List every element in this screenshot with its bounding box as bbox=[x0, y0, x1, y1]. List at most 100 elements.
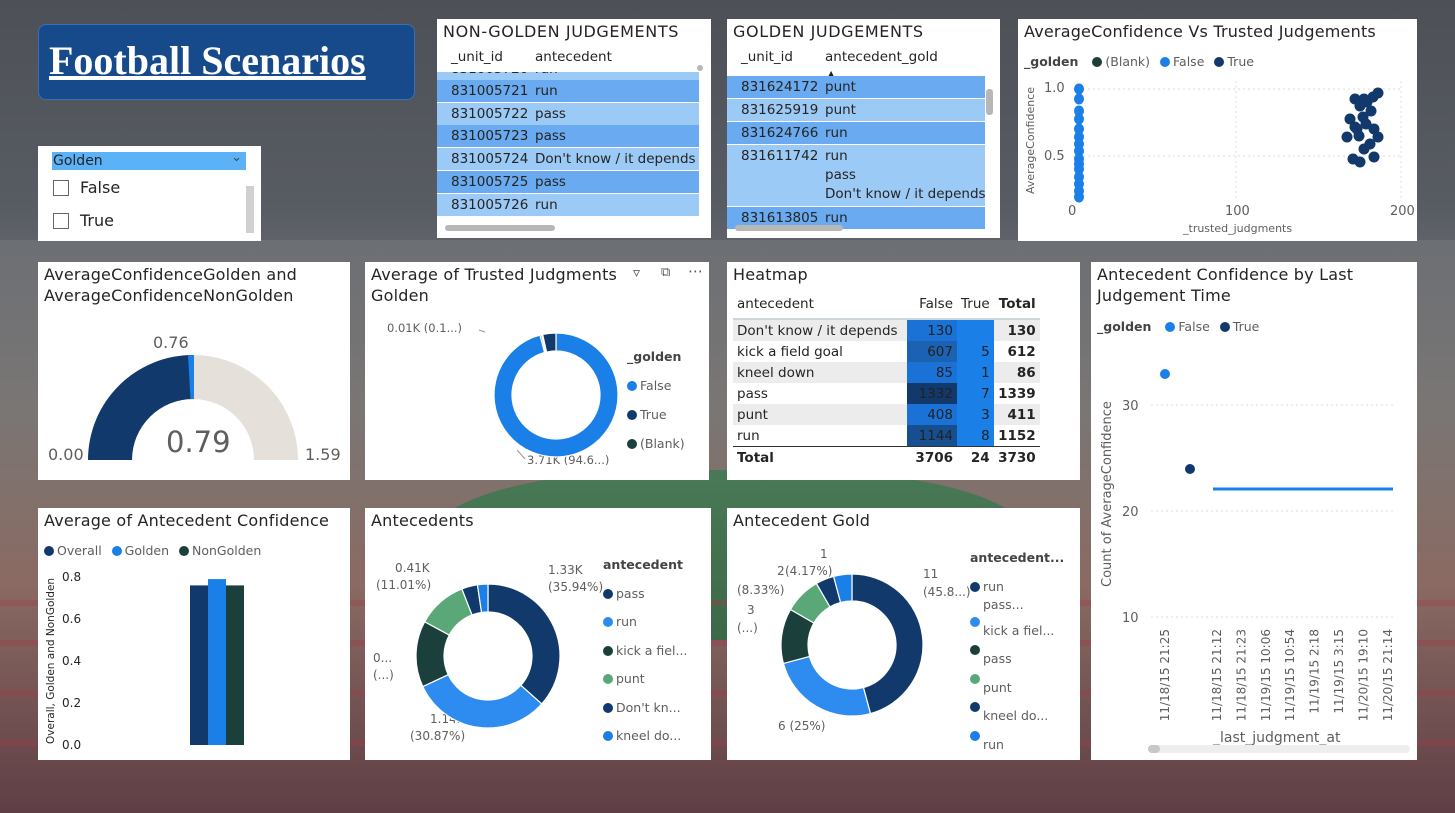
table-row[interactable]: 831005721 run bbox=[437, 80, 699, 102]
data-point[interactable] bbox=[1160, 369, 1170, 379]
legend-item[interactable]: kneel do... bbox=[970, 702, 1068, 731]
horizontal-scrollbar[interactable] bbox=[1148, 745, 1410, 753]
col-header-unit-id[interactable]: _unit_id bbox=[451, 46, 503, 68]
heat-cell[interactable]: 130 bbox=[907, 319, 957, 341]
legend-item[interactable]: Don't kn... bbox=[603, 694, 687, 723]
bar-overall[interactable] bbox=[190, 585, 209, 745]
vertical-scrollbar[interactable] bbox=[986, 89, 993, 115]
heatmap-row[interactable]: pass 1332 7 1339 bbox=[733, 383, 1040, 404]
heat-cell[interactable]: 8 bbox=[957, 425, 994, 447]
donut-slice[interactable] bbox=[493, 332, 619, 458]
legend-item[interactable]: punt bbox=[603, 665, 687, 694]
bar-nongolden[interactable] bbox=[226, 585, 244, 745]
scatter-point[interactable] bbox=[1372, 131, 1384, 143]
legend-item[interactable]: kick a fiel... bbox=[970, 616, 1068, 646]
table-row[interactable]: 831005724 Don't know / it depends bbox=[437, 148, 699, 171]
scatter-point[interactable] bbox=[1349, 121, 1361, 133]
heat-cell[interactable]: 85 bbox=[907, 362, 957, 383]
heatmap-row[interactable]: run 1144 8 1152 bbox=[733, 425, 1040, 447]
slicer-header[interactable]: Golden ⌄ bbox=[52, 150, 246, 170]
chevron-down-icon: ⌄ bbox=[231, 150, 242, 165]
slice-label: (4.17%) bbox=[785, 564, 832, 578]
heat-cell[interactable]: 7 bbox=[957, 383, 994, 404]
col-header-unit-id[interactable]: _unit_id bbox=[741, 46, 793, 68]
scatter-point[interactable] bbox=[1368, 151, 1380, 163]
table-row[interactable]: 831005726 run bbox=[437, 193, 699, 216]
legend-item[interactable]: run pass... bbox=[970, 573, 1050, 617]
legend-item[interactable]: pass bbox=[970, 645, 1068, 674]
legend-item[interactable]: run bbox=[603, 608, 687, 637]
horizontal-scrollbar[interactable] bbox=[445, 225, 555, 231]
table-row[interactable]: 831625919 punt bbox=[727, 99, 985, 121]
heatmap-row[interactable]: kick a field goal 607 5 612 bbox=[733, 341, 1040, 362]
cell-antecedent: run bbox=[535, 83, 558, 99]
table-row[interactable]: 831624766 run bbox=[727, 122, 985, 144]
scatter-point[interactable] bbox=[1074, 93, 1084, 105]
slice-label: 3 bbox=[747, 603, 755, 617]
vertical-scrollbar[interactable] bbox=[697, 65, 703, 71]
heat-cell[interactable]: 408 bbox=[907, 404, 957, 425]
scatter-confidence-vs-trusted: AverageConfidence Vs Trusted Judgements … bbox=[1018, 19, 1417, 241]
donut-slice[interactable] bbox=[487, 583, 561, 705]
row-label: kneel down bbox=[737, 364, 815, 381]
heat-cell[interactable]: 3 bbox=[957, 404, 994, 425]
legend-item-false[interactable]: False bbox=[627, 371, 685, 400]
x-tick-label: 200 bbox=[1390, 204, 1415, 219]
table-row[interactable]: 831624172 punt bbox=[727, 76, 985, 98]
horizontal-scrollbar[interactable] bbox=[735, 225, 843, 231]
heat-cell[interactable]: 1144 bbox=[907, 425, 957, 447]
bar-golden[interactable] bbox=[208, 579, 226, 745]
checkbox[interactable] bbox=[53, 180, 69, 196]
scatter-point[interactable] bbox=[1074, 113, 1084, 125]
heatmap-row[interactable]: punt 408 3 411 bbox=[733, 404, 1040, 425]
col-header[interactable]: True bbox=[957, 289, 994, 319]
col-header-antecedent[interactable]: antecedent bbox=[535, 46, 612, 68]
legend-item[interactable]: kick a fiel... bbox=[603, 637, 687, 666]
legend-item[interactable]: punt bbox=[970, 673, 1068, 703]
x-tick-label: 11/18/15 21:23 bbox=[1234, 629, 1248, 721]
heat-cell[interactable]: 607 bbox=[907, 341, 957, 362]
heat-cell[interactable] bbox=[957, 319, 994, 341]
table-row[interactable]: 831005720 run bbox=[437, 72, 699, 80]
table-row[interactable]: 831005723 pass bbox=[437, 125, 699, 148]
heat-cell[interactable]: 1 bbox=[957, 362, 994, 383]
scatter-point[interactable] bbox=[1372, 87, 1384, 99]
donut-slice[interactable] bbox=[782, 655, 872, 717]
heatmap-title: Heatmap bbox=[733, 265, 808, 284]
scatter-point[interactable] bbox=[1358, 93, 1370, 105]
checkbox[interactable] bbox=[53, 213, 69, 229]
scatter-point[interactable] bbox=[1341, 131, 1353, 143]
col-header[interactable]: Total bbox=[994, 289, 1040, 319]
legend-item-blank[interactable]: (Blank) bbox=[627, 429, 685, 458]
scatter-point[interactable] bbox=[1074, 83, 1084, 95]
heatmap-row[interactable]: Don't know / it depends 130 130 bbox=[733, 319, 1040, 341]
legend-item[interactable]: kneel do... bbox=[603, 722, 687, 751]
gauge-card: AverageConfidenceGolden and AverageConfi… bbox=[38, 262, 350, 480]
table-row[interactable]: 831005722 pass bbox=[437, 102, 699, 125]
col-header-antecedent-gold[interactable]: antecedent_gold bbox=[825, 46, 938, 68]
legend-item-true[interactable]: True bbox=[627, 400, 685, 429]
heatmap-row[interactable]: kneel down 85 1 86 bbox=[733, 362, 1040, 383]
table-row[interactable]: 831005725 pass bbox=[437, 170, 699, 193]
data-point[interactable] bbox=[1185, 464, 1195, 474]
col-header[interactable]: antecedent bbox=[733, 289, 907, 319]
table-row[interactable]: 831611742 run pass Don't know / it depends bbox=[727, 145, 986, 206]
legend-label: kneel do... bbox=[616, 728, 682, 743]
col-header[interactable]: False bbox=[907, 289, 957, 319]
heat-cell[interactable]: 1332 bbox=[907, 383, 957, 404]
scatter-point[interactable] bbox=[1354, 156, 1366, 168]
heat-cell[interactable]: 5 bbox=[957, 341, 994, 362]
legend-label: punt bbox=[983, 679, 1012, 695]
scatter-point[interactable] bbox=[1074, 191, 1084, 203]
legend-label: (Blank) bbox=[640, 436, 685, 451]
y-tick-label: 0.4 bbox=[62, 654, 81, 668]
legend-item[interactable]: pass bbox=[603, 580, 687, 609]
legend-label: run bbox=[983, 736, 1004, 752]
legend-item[interactable]: run bbox=[970, 730, 1068, 760]
cell-antecedent: pass bbox=[535, 173, 566, 190]
slicer-scrollbar[interactable] bbox=[246, 186, 254, 233]
scatter-point[interactable] bbox=[1358, 143, 1370, 155]
row-total: 130 bbox=[1007, 322, 1036, 339]
legend-label: pass bbox=[616, 585, 645, 601]
legend-dot bbox=[970, 616, 980, 627]
